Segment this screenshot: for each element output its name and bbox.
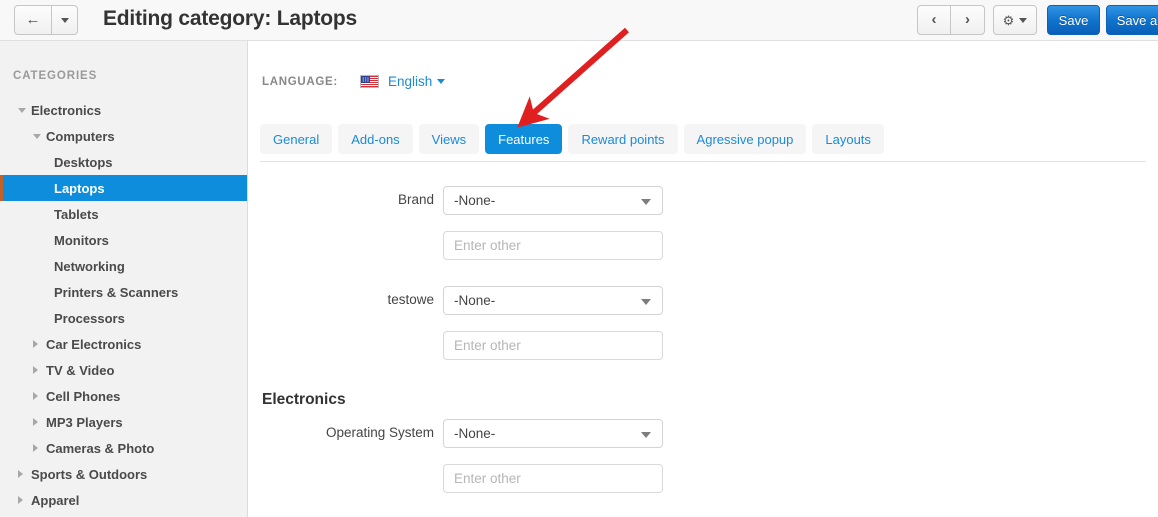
caret-right-icon[interactable] bbox=[33, 418, 38, 426]
sidebar-item-label: Printers & Scanners bbox=[54, 284, 179, 300]
chevron-down-icon bbox=[60, 17, 69, 23]
caret-right-icon[interactable] bbox=[33, 444, 38, 452]
gear-icon: ⚙ bbox=[1002, 12, 1015, 28]
feature-select[interactable]: -None- bbox=[443, 186, 663, 215]
feature-select[interactable]: -None- bbox=[443, 419, 663, 448]
tab-reward-points[interactable]: Reward points bbox=[568, 124, 678, 154]
chevron-down-icon bbox=[641, 198, 651, 205]
language-selector: LANGUAGE: English bbox=[262, 74, 446, 89]
tab-views[interactable]: Views bbox=[418, 124, 480, 154]
arrow-left-icon: ← bbox=[25, 10, 41, 28]
caret-right-icon[interactable] bbox=[18, 496, 23, 504]
us-flag-icon bbox=[359, 75, 379, 88]
caret-down-icon[interactable] bbox=[33, 133, 41, 139]
sidebar-item-label: Tablets bbox=[54, 206, 99, 222]
sidebar-item-label: MP3 Players bbox=[46, 414, 123, 430]
sidebar-item-label: Monitors bbox=[54, 232, 109, 248]
content-panel: LANGUAGE: English General Add-ons Views Fea… bbox=[249, 41, 1158, 517]
feature-select-value: -None- bbox=[454, 193, 496, 208]
chevron-left-icon: ‹ bbox=[931, 10, 937, 28]
record-nav-group: ‹ › bbox=[917, 5, 985, 35]
tab-general[interactable]: General bbox=[260, 124, 333, 154]
sidebar-item-monitors[interactable]: Monitors bbox=[0, 227, 247, 253]
sidebar-item-label: Cameras & Photo bbox=[46, 440, 155, 456]
sidebar-item-sports-outdoors[interactable]: Sports & Outdoors bbox=[0, 461, 247, 487]
form-field-row: testowe -None- bbox=[249, 281, 1158, 381]
tab-add-ons[interactable]: Add-ons bbox=[338, 124, 413, 154]
back-button[interactable]: ← bbox=[14, 5, 52, 35]
language-value-link[interactable]: English bbox=[388, 74, 432, 89]
caret-right-icon[interactable] bbox=[18, 470, 23, 478]
back-button-group: ← bbox=[14, 5, 78, 35]
sidebar-item-label: Computers bbox=[46, 128, 115, 144]
form-field-row: Operating System -None- bbox=[249, 414, 1158, 514]
sidebar-item-networking[interactable]: Networking bbox=[0, 253, 247, 279]
save-and-continue-button[interactable]: Save a bbox=[1106, 5, 1158, 35]
page-title: Editing category: Laptops bbox=[103, 7, 358, 30]
sidebar-item-desktops[interactable]: Desktops bbox=[0, 149, 247, 175]
chevron-down-icon bbox=[1019, 17, 1028, 23]
feature-select-value: -None- bbox=[454, 293, 496, 308]
caret-right-icon[interactable] bbox=[33, 392, 38, 400]
tab-divider bbox=[260, 161, 1146, 162]
app-header: ← Editing category: Laptops ‹ › ⚙ Save S… bbox=[0, 0, 1158, 41]
categories-sidebar: CATEGORIES Electronics Computers Desktops L… bbox=[0, 41, 248, 517]
category-tree: Electronics Computers Desktops Laptops Table… bbox=[0, 97, 247, 513]
tab-layouts[interactable]: Layouts bbox=[812, 124, 884, 154]
sidebar-item-label: Car Electronics bbox=[46, 336, 142, 352]
enter-other-input[interactable] bbox=[443, 331, 663, 360]
settings-dropdown-button[interactable]: ⚙ bbox=[993, 5, 1037, 35]
sidebar-item-apparel[interactable]: Apparel bbox=[0, 487, 247, 513]
enter-other-input[interactable] bbox=[443, 464, 663, 493]
feature-select-value: -None- bbox=[454, 426, 496, 441]
chevron-down-icon bbox=[641, 298, 651, 305]
sidebar-item-label: TV & Video bbox=[46, 362, 115, 378]
caret-down-icon[interactable] bbox=[18, 107, 26, 113]
sidebar-item-cell-phones[interactable]: Cell Phones bbox=[0, 383, 247, 409]
chevron-down-icon bbox=[641, 431, 651, 438]
sidebar-item-processors[interactable]: Processors bbox=[0, 305, 247, 331]
sidebar-item-electronics[interactable]: Electronics bbox=[0, 97, 247, 123]
tab-bar: General Add-ons Views Features Reward points… bbox=[260, 124, 884, 154]
previous-record-button[interactable]: ‹ bbox=[917, 5, 951, 35]
back-dropdown-button[interactable] bbox=[52, 5, 78, 35]
sidebar-item-car-electronics[interactable]: Car Electronics bbox=[0, 331, 247, 357]
chevron-down-icon[interactable] bbox=[437, 79, 446, 84]
features-form: Brand -None-testowe -None- Electronics Opera… bbox=[249, 181, 1158, 514]
section-heading: Electronics bbox=[262, 391, 346, 408]
next-record-button[interactable]: › bbox=[951, 5, 985, 35]
sidebar-item-tablets[interactable]: Tablets bbox=[0, 201, 247, 227]
sidebar-item-label: Laptops bbox=[54, 180, 105, 196]
field-label: testowe bbox=[387, 292, 434, 307]
sidebar-item-label: Networking bbox=[54, 258, 125, 274]
feature-select[interactable]: -None- bbox=[443, 286, 663, 315]
sidebar-item-cameras-photo[interactable]: Cameras & Photo bbox=[0, 435, 247, 461]
tab-features[interactable]: Features bbox=[485, 124, 563, 154]
sidebar-item-label: Apparel bbox=[31, 492, 80, 508]
tab-agressive-popup[interactable]: Agressive popup bbox=[683, 124, 807, 154]
sidebar-item-label: Processors bbox=[54, 310, 125, 326]
caret-right-icon[interactable] bbox=[33, 366, 38, 374]
field-label: Operating System bbox=[325, 425, 434, 440]
caret-right-icon[interactable] bbox=[33, 340, 38, 348]
sidebar-title: CATEGORIES bbox=[13, 70, 98, 82]
enter-other-input[interactable] bbox=[443, 231, 663, 260]
sidebar-item-computers[interactable]: Computers bbox=[0, 123, 247, 149]
sidebar-item-mp3-players[interactable]: MP3 Players bbox=[0, 409, 247, 435]
save-button[interactable]: Save bbox=[1047, 5, 1100, 35]
sidebar-item-tv-video[interactable]: TV & Video bbox=[0, 357, 247, 383]
sidebar-item-label: Desktops bbox=[54, 154, 113, 170]
sidebar-item-laptops[interactable]: Laptops bbox=[0, 175, 247, 201]
sidebar-item-printers-scanners[interactable]: Printers & Scanners bbox=[0, 279, 247, 305]
sidebar-item-label: Electronics bbox=[31, 102, 102, 118]
sidebar-item-label: Cell Phones bbox=[46, 388, 121, 404]
field-label: Brand bbox=[397, 192, 434, 207]
chevron-right-icon: › bbox=[965, 10, 970, 28]
language-label: LANGUAGE: bbox=[262, 75, 338, 88]
form-field-row: Brand -None- bbox=[249, 181, 1158, 281]
